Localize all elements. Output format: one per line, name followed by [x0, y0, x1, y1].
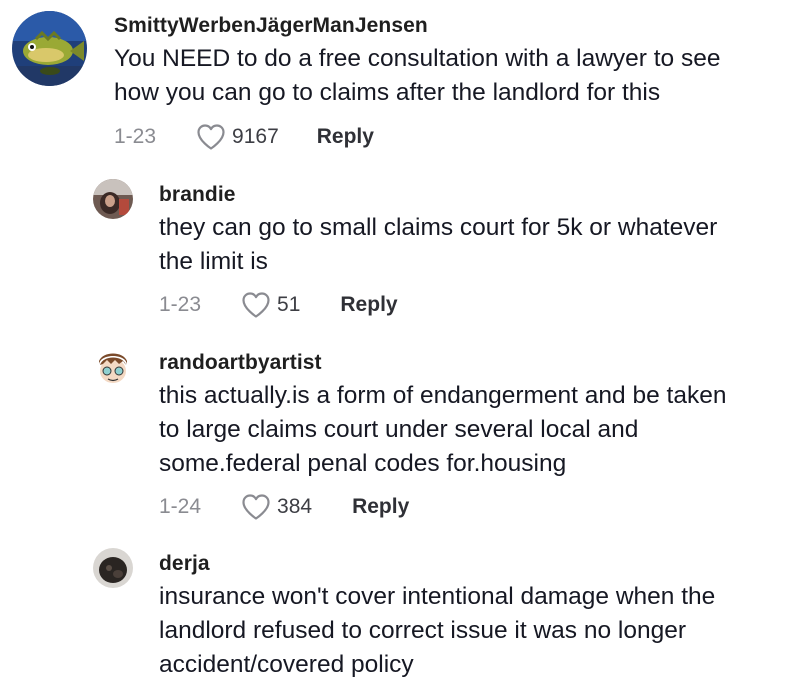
- comment-text-line: landlord refused to correct issue it was…: [159, 617, 687, 644]
- comment-meta: 1-23 9167 Reply: [114, 122, 374, 152]
- reply-button[interactable]: Reply: [317, 125, 374, 149]
- comment-date: 1-23: [114, 125, 157, 148]
- like-button[interactable]: 9167: [196, 123, 279, 151]
- comment-username[interactable]: derja: [159, 552, 210, 576]
- comment-meta: 1-24 384 Reply: [159, 492, 409, 522]
- comment-date: 1-24: [159, 495, 202, 518]
- heart-outline-icon: [197, 124, 225, 150]
- comment-text-line: some.federal penal codes for.housing: [159, 450, 567, 477]
- comment-username[interactable]: brandie: [159, 183, 236, 207]
- fish-avatar-icon[interactable]: [12, 11, 87, 86]
- comment-date: 1-23: [159, 293, 202, 316]
- reply-button[interactable]: Reply: [352, 495, 409, 519]
- comment-text-line: they can go to small claims court for 5k…: [159, 214, 718, 241]
- like-count: 9167: [232, 125, 279, 148]
- comment-text-line: insurance won't cover intentional damage…: [159, 583, 716, 610]
- like-button[interactable]: 384: [241, 493, 312, 521]
- comment-text-line: the limit is: [159, 248, 268, 275]
- comment-meta: 1-23 51 Reply: [159, 290, 398, 320]
- photo-avatar-icon[interactable]: [93, 548, 133, 588]
- comment-text-line: how you can go to claims after the landl…: [114, 79, 661, 106]
- like-count: 384: [277, 495, 313, 518]
- comment-username[interactable]: SmittyWerbenJägerManJensen: [114, 14, 428, 38]
- comment-text-line: accident/covered policy: [159, 651, 414, 678]
- comment-text-line: to large claims court under several loca…: [159, 416, 639, 443]
- comment-username[interactable]: randoartbyartist: [159, 351, 322, 375]
- like-button[interactable]: 51: [241, 291, 300, 319]
- reply-button[interactable]: Reply: [340, 293, 397, 317]
- comment-text-line: this actually.is a form of endangerment …: [159, 382, 727, 409]
- cartoon-avatar-icon[interactable]: [93, 347, 133, 387]
- heart-outline-icon: [242, 292, 270, 318]
- photo-avatar-icon[interactable]: [93, 179, 133, 219]
- comment-text-line: You NEED to do a free consultation with …: [114, 45, 721, 72]
- heart-outline-icon: [242, 494, 270, 520]
- like-count: 51: [277, 293, 301, 316]
